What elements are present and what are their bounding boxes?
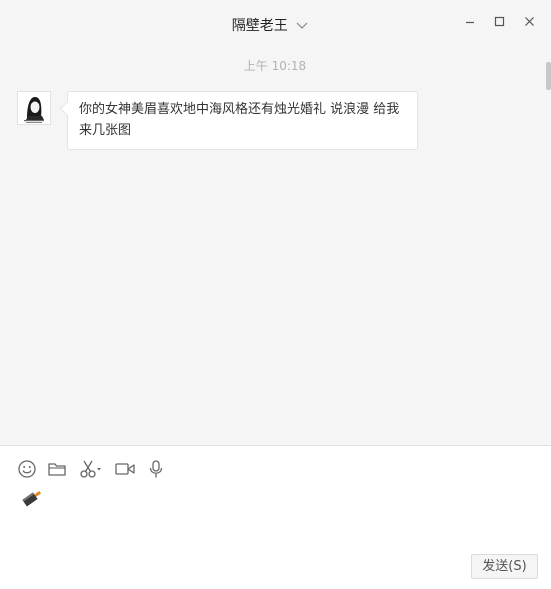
profile-illustration-icon (18, 92, 50, 124)
chevron-down-icon[interactable] (296, 18, 308, 34)
microphone-icon[interactable] (145, 458, 167, 480)
avatar[interactable] (17, 91, 51, 125)
red-packet-icon[interactable] (19, 487, 45, 509)
scissors-icon[interactable] (78, 458, 104, 480)
chat-window: 隔壁老王 上午 10:18 你的女神美眉喜欢地中海风格还有烛光婚礼 说浪漫 给我… (0, 0, 552, 589)
bubble-arrow (59, 100, 76, 117)
window-header: 隔壁老王 (0, 0, 551, 50)
chat-title-area[interactable]: 隔壁老王 (0, 15, 540, 35)
maximize-button[interactable] (490, 12, 510, 32)
chat-title: 隔壁老王 (231, 18, 288, 34)
minimize-button[interactable] (460, 12, 480, 32)
send-button[interactable]: 发送(S) (471, 554, 538, 579)
folder-icon[interactable] (46, 458, 68, 480)
message-timestamp: 上午 10:18 (243, 59, 307, 73)
message-bubble[interactable]: 你的女神美眉喜欢地中海风格还有烛光婚礼 说浪漫 给我来几张图 (59, 91, 418, 150)
message-text: 你的女神美眉喜欢地中海风格还有烛光婚礼 说浪漫 给我来几张图 (79, 102, 400, 138)
video-call-icon[interactable] (113, 458, 137, 480)
close-button[interactable] (520, 12, 540, 32)
emoji-icon[interactable] (16, 458, 38, 480)
